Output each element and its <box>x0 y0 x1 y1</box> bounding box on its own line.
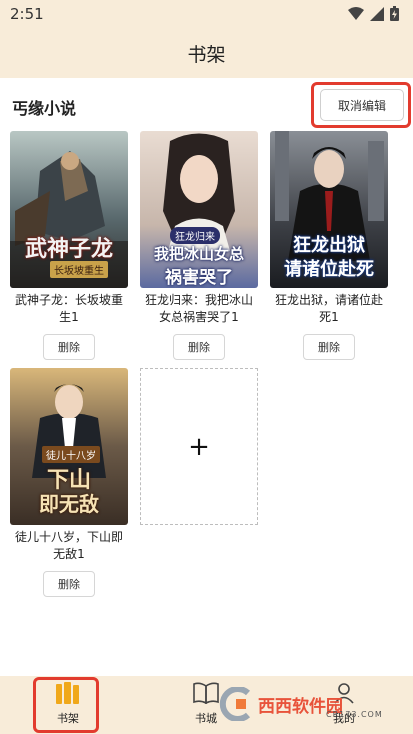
cover-title: 我把冰山女总 <box>153 245 244 263</box>
delete-button[interactable]: 删除 <box>43 571 95 597</box>
status-bar: 2:51 <box>0 0 413 28</box>
book-icon <box>193 682 219 705</box>
delete-button[interactable]: 删除 <box>303 334 355 360</box>
book-cover[interactable]: 狂龙归来 我把冰山女总 祸害哭了 <box>140 131 258 288</box>
status-icons <box>348 6 399 21</box>
book-card: 狂龙归来 我把冰山女总 祸害哭了 狂龙归来：我把冰山女总祸害哭了1 删除 <box>140 131 258 360</box>
delete-button[interactable]: 删除 <box>173 334 225 360</box>
delete-button[interactable]: 删除 <box>43 334 95 360</box>
book-card: 徒儿十八岁 下山 即无敌 徒儿十八岁，下山即无敌1 删除 <box>10 368 128 597</box>
cover-subtitle: 请诸位赴死 <box>284 259 374 280</box>
bookshelf-content: 丐缘小说 取消编辑 武神子龙 长坂坡重生 武神子龙：长坂坡重生1 删除 狂龙归来… <box>0 78 413 676</box>
cover-title: 武神子龙 <box>24 237 113 262</box>
highlight-box <box>311 82 411 128</box>
book-cover[interactable]: 武神子龙 长坂坡重生 <box>10 131 128 288</box>
watermark: 西西软件园 CR173.COM <box>218 686 402 722</box>
book-title: 狂龙归来：我把冰山女总祸害哭了1 <box>144 293 253 324</box>
book-card: 武神子龙 长坂坡重生 武神子龙：长坂坡重生1 删除 <box>10 131 128 360</box>
book-card: 狂龙出狱 请诸位赴死 狂龙出狱，请诸位赴死1 删除 <box>270 131 388 360</box>
book-title: 徒儿十八岁，下山即无敌1 <box>14 530 123 561</box>
wifi-icon <box>348 6 364 20</box>
book-title: 武神子龙：长坂坡重生1 <box>14 293 123 324</box>
battery-icon <box>390 6 399 21</box>
header: 书架 <box>0 28 413 78</box>
add-label: + <box>188 431 210 462</box>
book-cover[interactable]: 狂龙出狱 请诸位赴死 <box>270 131 388 288</box>
page-title: 书架 <box>187 43 226 66</box>
watermark-site: CR173.COM <box>326 710 383 719</box>
cover-title: 狂龙出狱 <box>293 235 365 256</box>
signal-icon <box>370 6 384 21</box>
watermark-logo <box>219 687 251 721</box>
cover-tag: 徒儿十八岁 <box>42 446 100 463</box>
book-cover[interactable]: 徒儿十八岁 下山 即无敌 <box>10 368 128 525</box>
cover-subtitle: 长坂坡重生 <box>50 261 108 278</box>
highlight-box <box>33 677 99 733</box>
store-name: 丐缘小说 <box>12 99 77 118</box>
cover-subtitle: 即无敌 <box>39 492 99 516</box>
book-title: 狂龙出狱，请诸位赴死1 <box>274 293 383 324</box>
cover-tag: 狂龙归来 <box>170 227 220 244</box>
add-book-button[interactable]: + <box>140 368 258 525</box>
status-time: 2:51 <box>10 5 44 23</box>
cover-subtitle: 祸害哭了 <box>165 268 233 288</box>
